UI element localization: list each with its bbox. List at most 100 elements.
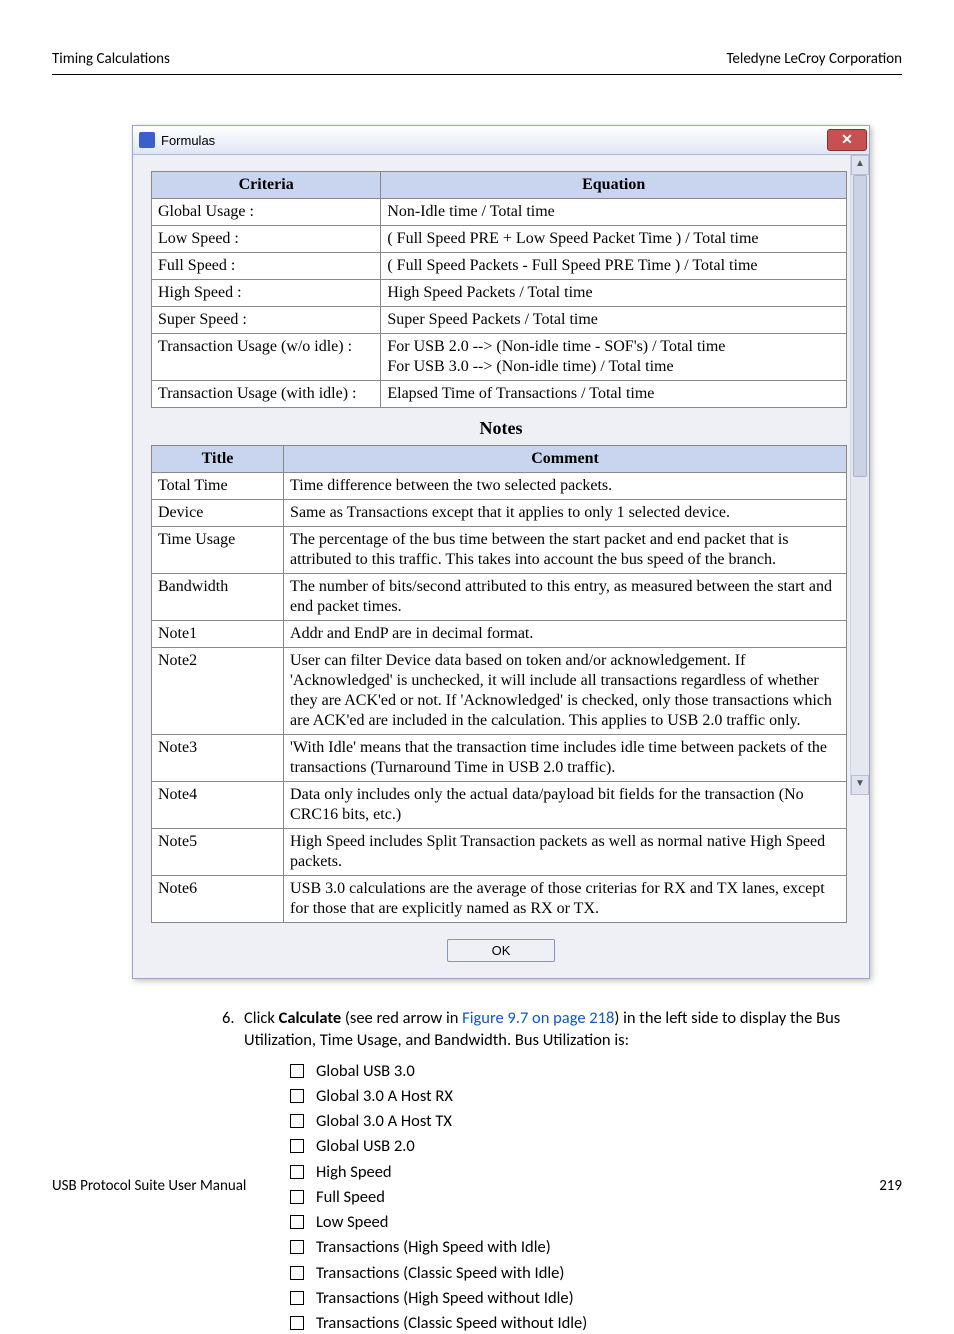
table-row: Low Speed :( Full Speed PRE + Low Speed … [152,226,847,253]
table-row: BandwidthThe number of bits/second attri… [152,574,847,621]
checkbox-icon [290,1114,304,1128]
equation-cell: Non-Idle time / Total time [381,199,847,226]
dialog-titlebar: Formulas ✕ [133,126,869,155]
table-row: Note1Addr and EndP are in decimal format… [152,621,847,648]
list-item-label: Transactions (High Speed with Idle) [316,1236,551,1258]
criteria-cell: Full Speed : [152,253,381,280]
checkbox-icon [290,1089,304,1103]
figure-link[interactable]: Figure 9.7 on page 218 [462,1008,614,1028]
title-cell: Note5 [152,829,284,876]
table-header-row: Criteria Equation [152,172,847,199]
col-title: Title [152,446,284,473]
comment-cell: High Speed includes Split Transaction pa… [284,829,847,876]
scroll-up-icon[interactable]: ▲ [851,155,869,175]
list-item-label: Global USB 3.0 [316,1060,415,1082]
header-left: Timing Calculations [52,50,170,68]
notes-table-wrap: Title Comment Total TimeTime difference … [151,445,847,923]
criteria-table: Criteria Equation Global Usage :Non-Idle… [151,171,847,408]
list-item-label: Global USB 2.0 [316,1135,415,1157]
calculate-label: Calculate [279,1008,342,1028]
list-item: Low Speed [290,1211,842,1233]
equation-cell: For USB 2.0 --> (Non-idle time - SOF's) … [381,334,847,381]
col-comment: Comment [284,446,847,473]
criteria-cell: High Speed : [152,280,381,307]
notes-heading: Notes [141,418,861,439]
checkbox-icon [290,1240,304,1254]
equation-cell: Elapsed Time of Transactions / Total tim… [381,381,847,408]
title-cell: Note2 [152,648,284,735]
checkbox-icon [290,1215,304,1229]
list-item-label: Transactions (Classic Speed without Idle… [316,1312,587,1334]
title-cell: Time Usage [152,527,284,574]
criteria-cell: Transaction Usage (with idle) : [152,381,381,408]
list-item: Global USB 3.0 [290,1060,842,1082]
list-item-label: Global 3.0 A Host TX [316,1110,452,1132]
list-item: Global 3.0 A Host RX [290,1085,842,1107]
close-icon[interactable]: ✕ [827,129,867,151]
checkbox-icon [290,1266,304,1280]
checkbox-icon [290,1291,304,1305]
title-cell: Total Time [152,473,284,500]
title-cell: Note6 [152,876,284,923]
checkbox-icon [290,1139,304,1153]
list-item-label: Low Speed [316,1211,388,1233]
comment-cell: Same as Transactions except that it appl… [284,500,847,527]
comment-cell: Addr and EndP are in decimal format. [284,621,847,648]
table-row: Time UsageThe percentage of the bus time… [152,527,847,574]
bus-utilization-list: Global USB 3.0 Global 3.0 A Host RX Global… [290,1060,842,1334]
comment-cell: 'With Idle' means that the transaction t… [284,735,847,782]
table-row: Note4Data only includes only the actual … [152,782,847,829]
list-item-label: Transactions (Classic Speed with Idle) [316,1262,564,1284]
criteria-cell: Super Speed : [152,307,381,334]
list-item: Transactions (Classic Speed with Idle) [290,1262,842,1284]
equation-cell: Super Speed Packets / Total time [381,307,847,334]
list-item-label: Transactions (High Speed without Idle) [316,1287,574,1309]
footer-right: 219 [879,1177,902,1195]
equation-cell: ( Full Speed Packets - Full Speed PRE Ti… [381,253,847,280]
table-row: Note5High Speed includes Split Transacti… [152,829,847,876]
table-row: Total TimeTime difference between the tw… [152,473,847,500]
list-item: Transactions (High Speed with Idle) [290,1236,842,1258]
comment-cell: User can filter Device data based on tok… [284,648,847,735]
comment-cell: The number of bits/second attributed to … [284,574,847,621]
comment-cell: The percentage of the bus time between t… [284,527,847,574]
list-item: Transactions (Classic Speed without Idle… [290,1312,842,1334]
dialog-button-row: OK [141,933,861,970]
formulas-dialog: Formulas ✕ ▲ ▼ Criteria Equation Global … [132,125,870,979]
scroll-down-icon[interactable]: ▼ [851,775,869,795]
page-header: Timing Calculations Teledyne LeCroy Corp… [52,50,902,75]
table-row: Note3'With Idle' means that the transact… [152,735,847,782]
step-6-text: 6. Click Calculate (see red arrow in Fig… [222,1007,842,1334]
table-row: Note6USB 3.0 calculations are the averag… [152,876,847,923]
equation-cell: High Speed Packets / Total time [381,280,847,307]
table-row: Transaction Usage (with idle) :Elapsed T… [152,381,847,408]
col-criteria: Criteria [152,172,381,199]
table-row: Global Usage :Non-Idle time / Total time [152,199,847,226]
footer-left: USB Protocol Suite User Manual [52,1177,246,1195]
title-cell: Device [152,500,284,527]
scroll-thumb[interactable] [853,175,867,477]
list-item: Global 3.0 A Host TX [290,1110,842,1132]
list-number: 6. [222,1007,244,1052]
title-cell: Note3 [152,735,284,782]
criteria-cell: Global Usage : [152,199,381,226]
equation-cell: ( Full Speed PRE + Low Speed Packet Time… [381,226,847,253]
criteria-cell: Low Speed : [152,226,381,253]
page-footer: USB Protocol Suite User Manual 219 [52,1177,902,1195]
table-row: High Speed :High Speed Packets / Total t… [152,280,847,307]
dialog-body: ▲ ▼ Criteria Equation Global Usage :Non-… [133,155,869,978]
table-row: Full Speed :( Full Speed Packets - Full … [152,253,847,280]
ok-button[interactable]: OK [447,939,555,962]
table-row: DeviceSame as Transactions except that i… [152,500,847,527]
app-icon [139,132,155,148]
scrollbar[interactable]: ▲ ▼ [850,155,869,795]
table-row: Note2User can filter Device data based o… [152,648,847,735]
list-item: Global USB 2.0 [290,1135,842,1157]
step-line: Click Calculate (see red arrow in Figure… [244,1007,842,1052]
comment-cell: Data only includes only the actual data/… [284,782,847,829]
title-cell: Note1 [152,621,284,648]
dialog-title: Formulas [161,133,827,148]
notes-table: Title Comment Total TimeTime difference … [151,445,847,923]
table-row: Transaction Usage (w/o idle) :For USB 2.… [152,334,847,381]
list-item-label: Global 3.0 A Host RX [316,1085,453,1107]
